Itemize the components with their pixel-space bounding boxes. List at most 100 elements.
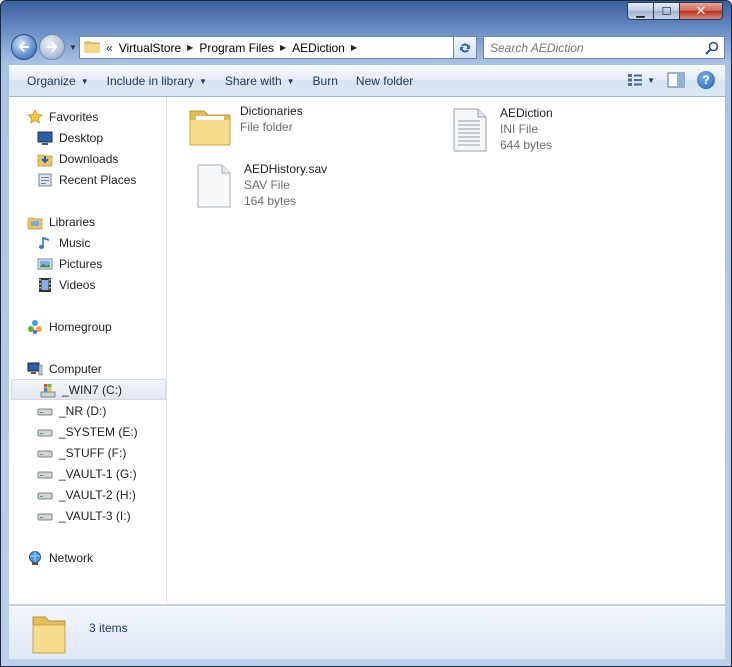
desktop-icon (37, 130, 53, 146)
close-button[interactable]: ✕ (679, 2, 723, 20)
drive-icon (37, 424, 53, 440)
file-name: AEDiction (500, 106, 553, 120)
minimize-button[interactable]: ▁ (627, 2, 653, 20)
share-with-button[interactable]: Share with ▼ (225, 74, 295, 88)
sidebar-item-desktop[interactable]: Desktop (9, 127, 166, 148)
list-item-aediction[interactable]: AEDiction INI File 644 bytes (446, 105, 553, 153)
sidebar-item-videos[interactable]: Videos (9, 274, 166, 295)
drive-icon (37, 487, 53, 503)
breadcrumb: « VirtualStore ▶ Program Files ▶ AEDicti… (100, 37, 363, 58)
sidebar-item-drive-f[interactable]: _STUFF (F:) (9, 442, 166, 463)
list-item-aedhistory[interactable]: AEDHistory.sav SAV File 164 bytes (190, 161, 327, 209)
sidebar-item-music[interactable]: Music (9, 232, 166, 253)
music-icon (37, 235, 53, 251)
sidebar-item-libraries[interactable]: Libraries (9, 211, 166, 232)
help-button[interactable]: ? (697, 71, 715, 89)
organize-button[interactable]: Organize ▼ (27, 74, 89, 88)
breadcrumb-program-files[interactable]: Program Files (199, 41, 274, 55)
chevron-down-icon[interactable]: ▼ (647, 76, 655, 85)
file-meta: AEDHistory.sav SAV File 164 bytes (244, 161, 327, 209)
main-area: Favorites Desktop Downloads Recent Place… (9, 97, 725, 605)
drive-icon (37, 508, 53, 524)
chevron-down-icon: ▼ (80, 76, 89, 86)
windows-drive-icon (40, 382, 56, 398)
file-list: Dictionaries File folder AEDiction INI F… (168, 97, 725, 605)
navigation-pane: Favorites Desktop Downloads Recent Place… (9, 97, 167, 605)
breadcrumb-overflow[interactable]: « (106, 41, 113, 55)
sidebar-item-homegroup[interactable]: Homegroup (9, 316, 166, 337)
sidebar-item-drive-c[interactable]: _WIN7 (C:) (11, 379, 166, 400)
file-name: AEDHistory.sav (244, 162, 328, 176)
sidebar-item-label: Videos (59, 277, 96, 292)
sidebar-item-favorites[interactable]: Favorites (9, 106, 166, 127)
breadcrumb-aediction[interactable]: AEDiction (292, 41, 345, 55)
details-pane: 3 items (9, 606, 725, 659)
file-name: Dictionaries (240, 104, 303, 118)
sidebar-item-label: _NR (D:) (59, 403, 107, 418)
file-meta: Dictionaries File folder (240, 103, 303, 135)
homegroup-icon (27, 319, 43, 335)
chevron-right-icon[interactable]: ▶ (351, 43, 357, 52)
sidebar-item-drive-g[interactable]: _VAULT-1 (G:) (9, 463, 166, 484)
search-icon[interactable] (704, 40, 720, 56)
sidebar-item-computer[interactable]: Computer (9, 358, 166, 379)
view-options-icon (628, 74, 643, 86)
sidebar-item-label: Desktop (59, 130, 104, 145)
forward-arrow-icon (47, 41, 58, 53)
navigation-bar: ▼ « VirtualStore ▶ Program Files ▶ AEDic… (9, 33, 725, 61)
chevron-right-icon[interactable]: ▶ (280, 43, 286, 52)
change-view-button[interactable]: ▼ (627, 73, 655, 87)
sidebar-item-label: Pictures (59, 256, 103, 271)
item-count: 3 items (89, 621, 128, 635)
chevron-right-icon[interactable]: ▶ (187, 43, 193, 52)
address-bar[interactable]: « VirtualStore ▶ Program Files ▶ AEDicti… (79, 36, 475, 59)
network-icon (27, 550, 43, 566)
maximize-button[interactable]: ☐ (653, 2, 679, 20)
sidebar-item-label: Music (59, 235, 91, 250)
forward-button[interactable] (39, 34, 65, 60)
sidebar-item-label: _VAULT-3 (I:) (59, 508, 131, 523)
refresh-icon (460, 43, 470, 52)
sidebar-item-label: _WIN7 (C:) (62, 382, 122, 397)
sidebar-item-label: _VAULT-1 (G:) (59, 466, 137, 481)
chevron-down-icon: ▼ (199, 76, 207, 86)
sidebar-item-drive-e[interactable]: _SYSTEM (E:) (9, 421, 166, 442)
sidebar-item-drive-i[interactable]: _VAULT-3 (I:) (9, 505, 166, 526)
refresh-button[interactable] (453, 36, 477, 59)
file-type: File folder (240, 120, 293, 134)
organize-label: Organize (27, 74, 76, 88)
drive-icon (37, 445, 53, 461)
sidebar-item-label: Computer (49, 361, 102, 376)
sidebar-item-network[interactable]: Network (9, 547, 166, 568)
burn-button[interactable]: Burn (313, 74, 338, 88)
computer-icon (27, 361, 43, 377)
sidebar-item-drive-d[interactable]: _NR (D:) (9, 400, 166, 421)
blank-file-icon (190, 161, 238, 209)
include-in-library-button[interactable]: Include in library ▼ (107, 74, 207, 88)
search-box[interactable] (483, 36, 725, 59)
sidebar-item-pictures[interactable]: Pictures (9, 253, 166, 274)
sidebar-item-recent-places[interactable]: Recent Places (9, 169, 166, 190)
folder-icon (84, 38, 100, 57)
ini-file-icon (446, 105, 494, 153)
sidebar-item-label: Favorites (49, 109, 99, 124)
recent-pages-dropdown[interactable]: ▼ (69, 43, 77, 52)
chevron-down-icon: ▼ (286, 76, 295, 86)
sidebar-item-downloads[interactable]: Downloads (9, 148, 166, 169)
new-folder-button[interactable]: New folder (356, 74, 413, 88)
folder-icon (186, 103, 234, 151)
sidebar-item-drive-h[interactable]: _VAULT-2 (H:) (9, 484, 166, 505)
preview-pane-icon[interactable] (667, 72, 685, 88)
search-input[interactable] (490, 40, 700, 55)
sidebar-item-label: Recent Places (59, 172, 137, 187)
downloads-icon (37, 151, 53, 167)
back-button[interactable] (11, 34, 37, 60)
sidebar-item-label: _STUFF (F:) (59, 445, 127, 460)
sidebar-item-label: _SYSTEM (E:) (59, 424, 138, 439)
file-type: SAV File (244, 178, 290, 192)
list-item-dictionaries[interactable]: Dictionaries File folder (186, 103, 303, 151)
file-size: 644 bytes (500, 138, 553, 152)
back-arrow-icon (18, 41, 29, 53)
file-size: 164 bytes (244, 194, 297, 208)
breadcrumb-virtualstore[interactable]: VirtualStore (119, 41, 181, 55)
